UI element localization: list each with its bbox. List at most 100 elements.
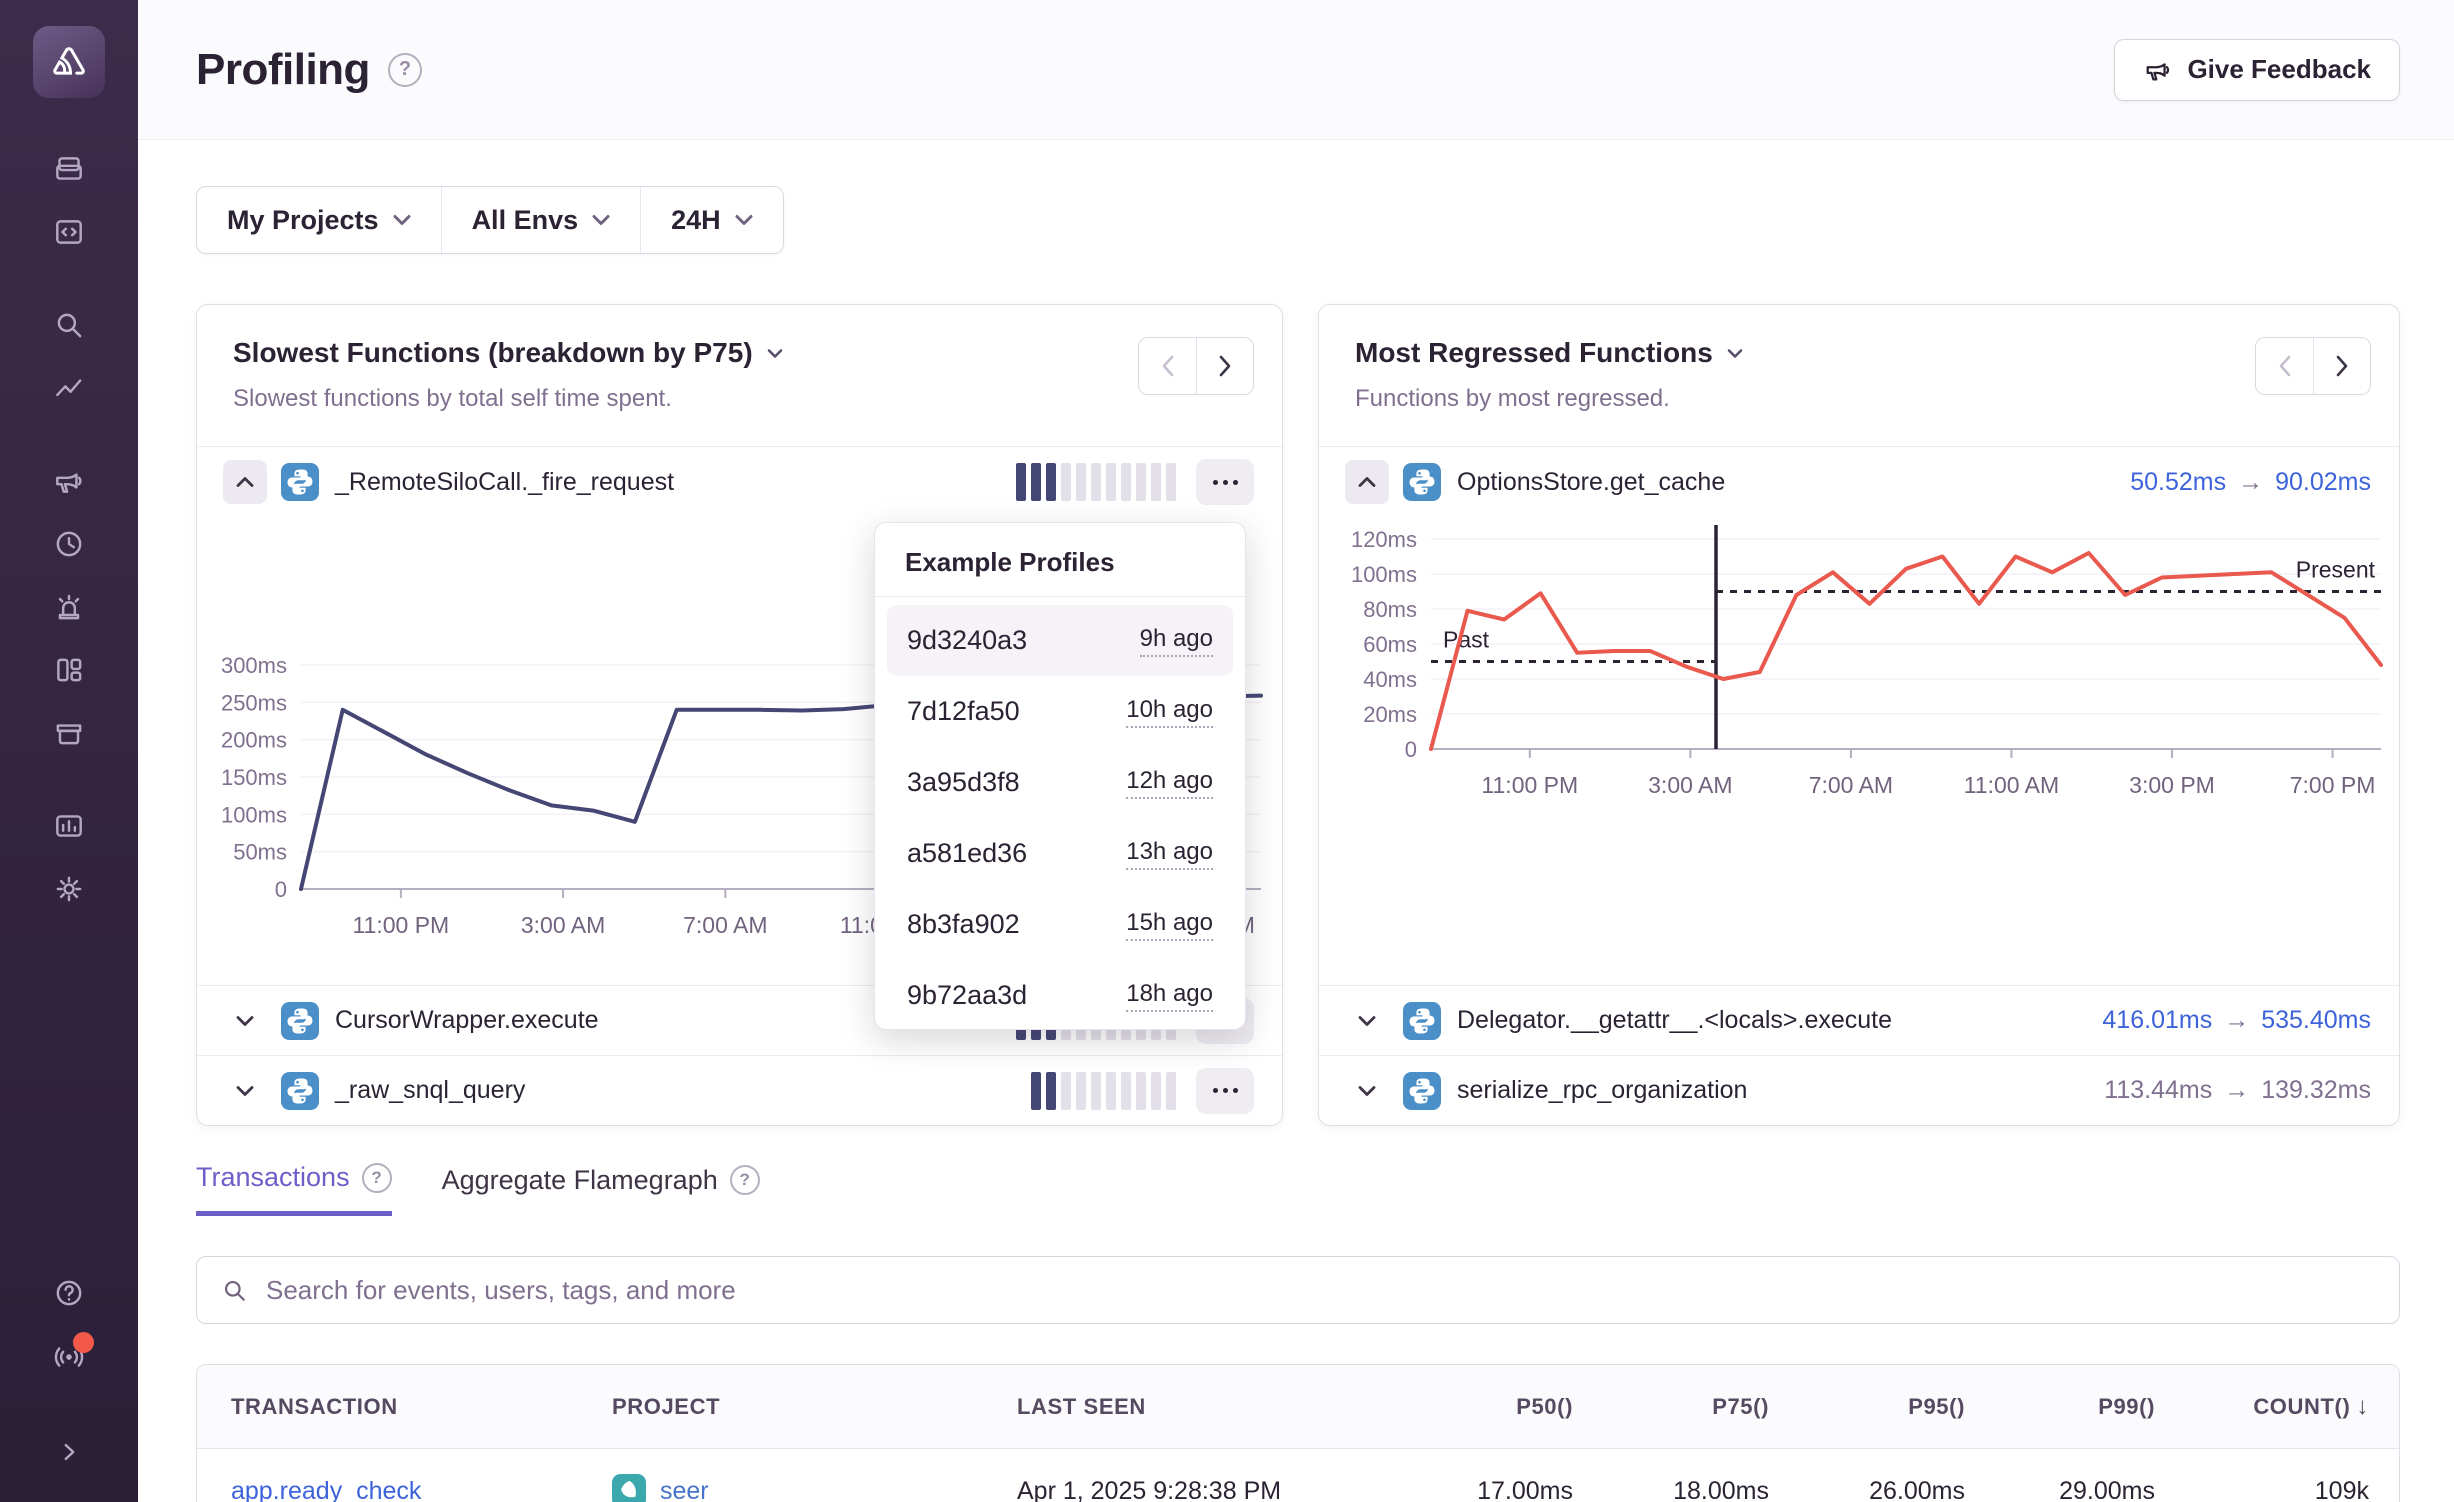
profile-segments-indicator[interactable] [1031, 1072, 1176, 1110]
profile-age: 12h ago [1126, 767, 1213, 799]
slowest-functions-subtitle: Slowest functions by total self time spe… [233, 385, 1254, 413]
next-page-button[interactable] [2313, 338, 2370, 394]
project-filter-dropdown[interactable]: My Projects [197, 187, 441, 253]
python-platform-icon [1403, 1002, 1441, 1040]
sentry-logo-icon [47, 40, 91, 84]
chevron-down-icon [236, 1085, 254, 1097]
regression-values[interactable]: 50.52ms → 90.02ms [2130, 468, 2371, 497]
function-name: _raw_snql_query [335, 1076, 525, 1105]
svg-text:3:00 AM: 3:00 AM [521, 912, 605, 938]
column-header-transaction[interactable]: TRANSACTION [197, 1394, 602, 1420]
environment-filter-dropdown[interactable]: All Envs [441, 187, 641, 253]
regression-values[interactable]: 113.44ms → 139.32ms [2104, 1076, 2371, 1105]
profile-list-item[interactable]: a581ed36 13h ago [887, 818, 1233, 889]
profile-list-item[interactable]: 3a95d3f8 12h ago [887, 747, 1233, 818]
regression-values[interactable]: 416.01ms → 535.40ms [2102, 1006, 2371, 1035]
svg-text:100ms: 100ms [221, 802, 287, 827]
column-header-p99[interactable]: P99() [1975, 1394, 2165, 1420]
regressed-row[interactable]: serialize_rpc_organization 113.44ms → 13… [1319, 1055, 2399, 1125]
prev-page-button[interactable] [1139, 338, 1196, 394]
column-header-project[interactable]: PROJECT [602, 1394, 1007, 1420]
sidebar-item-alerts[interactable] [42, 581, 96, 633]
sidebar-item-explore[interactable] [42, 299, 96, 351]
last-seen-value: Apr 1, 2025 9:28:38 PM [1007, 1477, 1387, 1502]
slowest-functions-title-dropdown[interactable]: Slowest Functions (breakdown by P75) [233, 337, 783, 369]
profile-segments-indicator[interactable] [1016, 463, 1176, 501]
tab-transactions[interactable]: Transactions ? [196, 1162, 392, 1216]
megaphone-icon [2143, 55, 2173, 85]
row-actions-button[interactable] [1196, 1068, 1254, 1114]
svg-text:40ms: 40ms [1363, 667, 1417, 692]
expand-row-button[interactable] [223, 1069, 267, 1113]
most-regressed-title-dropdown[interactable]: Most Regressed Functions [1355, 337, 1743, 369]
profile-list-item[interactable]: 9d3240a3 9h ago [887, 605, 1233, 676]
expand-row-button[interactable] [223, 999, 267, 1043]
prev-page-button[interactable] [2256, 338, 2313, 394]
sidebar-item-releases[interactable] [42, 707, 96, 759]
sidebar-item-projects[interactable] [42, 206, 96, 258]
search-input[interactable] [266, 1275, 2399, 1306]
expand-row-button[interactable] [1345, 1069, 1389, 1113]
code-folder-icon [52, 215, 86, 249]
help-circle-icon [52, 1276, 86, 1310]
main-area: Profiling ? Give Feedback My Projects Al… [138, 0, 2454, 1502]
archive-box-icon [52, 716, 86, 750]
give-feedback-button[interactable]: Give Feedback [2114, 39, 2400, 101]
row-actions-button[interactable] [1196, 459, 1254, 505]
sidebar-item-feedback[interactable] [42, 455, 96, 507]
transactions-help-icon[interactable]: ? [362, 1163, 392, 1193]
column-header-count[interactable]: COUNT() ↓ [2165, 1393, 2399, 1421]
arrow-right-icon: → [2224, 1006, 2249, 1035]
transaction-link[interactable]: app.ready_check [231, 1477, 421, 1502]
function-row-expanded[interactable]: _RemoteSiloCall._fire_request [197, 447, 1282, 517]
sidebar-item-issues[interactable] [42, 143, 96, 195]
slowest-pagination [1138, 337, 1254, 395]
collapse-row-button[interactable] [1345, 460, 1389, 504]
profiling-help-icon[interactable]: ? [388, 53, 422, 87]
date-range-dropdown[interactable]: 24H [640, 187, 783, 253]
project-name[interactable]: seer [660, 1477, 709, 1502]
regressed-row[interactable]: Delegator.__getattr__.<locals>.execute 4… [1319, 985, 2399, 1055]
sidebar-item-settings[interactable] [42, 863, 96, 915]
search-icon [52, 308, 86, 342]
sidebar-item-help[interactable] [42, 1267, 96, 1319]
profile-list-item[interactable]: 9b72aa3d 18h ago [887, 960, 1233, 1031]
chevron-left-icon [2278, 355, 2292, 377]
p50-value: 17.00ms [1387, 1477, 1583, 1502]
tab-transactions-label: Transactions [196, 1162, 350, 1193]
sidebar-collapse-toggle[interactable] [42, 1426, 96, 1478]
svg-text:250ms: 250ms [221, 690, 287, 715]
collapse-row-button[interactable] [223, 460, 267, 504]
most-regressed-panel: Most Regressed Functions Functions by mo… [1318, 304, 2400, 1126]
panel-spacer [1319, 847, 2399, 985]
table-row[interactable]: app.ready_check seer Apr 1, 2025 9:28:38… [197, 1449, 2399, 1502]
regressed-row-expanded[interactable]: OptionsStore.get_cache 50.52ms → 90.02ms [1319, 447, 2399, 517]
column-header-p50[interactable]: P50() [1387, 1394, 1583, 1420]
sidebar-item-replays[interactable] [42, 518, 96, 570]
tab-aggregate-flamegraph[interactable]: Aggregate Flamegraph ? [442, 1162, 760, 1216]
expand-row-button[interactable] [1345, 999, 1389, 1043]
sentry-logo[interactable] [33, 26, 105, 98]
sidebar-item-traces[interactable] [42, 362, 96, 414]
chevron-right-icon [52, 1435, 86, 1469]
function-row[interactable]: _raw_snql_query [197, 1055, 1282, 1125]
chevron-down-icon [236, 1015, 254, 1027]
regressed-pagination [2255, 337, 2371, 395]
column-header-p95[interactable]: P95() [1779, 1394, 1975, 1420]
sidebar-item-dashboards[interactable] [42, 644, 96, 696]
sidebar-item-whats-new[interactable] [42, 1330, 96, 1382]
flamegraph-help-icon[interactable]: ? [730, 1165, 760, 1195]
search-bar [196, 1256, 2400, 1324]
next-page-button[interactable] [1196, 338, 1253, 394]
profile-id: 3a95d3f8 [907, 767, 1020, 798]
profile-list-item[interactable]: 7d12fa50 10h ago [887, 676, 1233, 747]
tab-flamegraph-label: Aggregate Flamegraph [442, 1165, 718, 1196]
most-regressed-header: Most Regressed Functions Functions by mo… [1319, 305, 2399, 447]
column-header-p75[interactable]: P75() [1583, 1394, 1779, 1420]
profile-list-item[interactable]: 8b3fa902 15h ago [887, 889, 1233, 960]
column-header-last-seen[interactable]: LAST SEEN [1007, 1394, 1387, 1420]
sidebar-item-stats[interactable] [42, 800, 96, 852]
app-root: Profiling ? Give Feedback My Projects Al… [0, 0, 2454, 1502]
slowest-functions-title: Slowest Functions (breakdown by P75) [233, 337, 753, 369]
chevron-down-icon [393, 214, 411, 226]
